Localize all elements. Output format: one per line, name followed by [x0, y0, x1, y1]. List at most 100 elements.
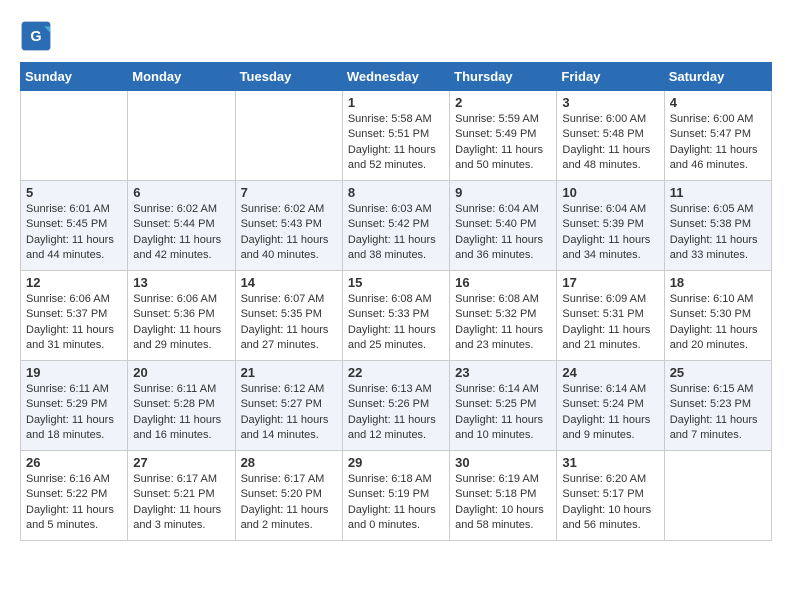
day-cell: 31Sunrise: 6:20 AM Sunset: 5:17 PM Dayli…: [557, 451, 664, 541]
day-number: 1: [348, 95, 444, 110]
week-row-4: 19 Sunrise: 6:11 AM Sunset: 5:29 PM Dayli…: [21, 361, 772, 451]
day-info: Sunrise: 6:15 AM Sunset: 5:23 PM Dayligh…: [670, 382, 766, 444]
day-cell: 9 Sunrise: 6:04 AM Sunset: 5:40 PM Daylig…: [450, 181, 557, 271]
day-info: Sunrise: 6:14 AM Sunset: 5:25 PM Dayligh…: [455, 382, 551, 444]
week-row-2: 5Sunrise: 6:01 AM Sunset: 5:45 PM Daylig…: [21, 181, 772, 271]
day-number: 21: [241, 365, 337, 380]
day-info: Sunrise: 6:11 AM Sunset: 5:28 PM Dayligh…: [133, 382, 229, 444]
day-number: 14: [241, 275, 337, 290]
day-info: Sunrise: 6:10 AM Sunset: 5:30 PM Dayligh…: [670, 292, 766, 354]
day-info: Sunrise: 6:08 AM Sunset: 5:33 PM Dayligh…: [348, 292, 444, 354]
day-cell: [235, 91, 342, 181]
day-info: Sunrise: 6:09 AM Sunset: 5:31 PM Dayligh…: [562, 292, 658, 354]
day-cell: 5Sunrise: 6:01 AM Sunset: 5:45 PM Daylig…: [21, 181, 128, 271]
header-cell-friday: Friday: [557, 63, 664, 91]
day-info: Sunrise: 6:02 AM Sunset: 5:44 PM Dayligh…: [133, 202, 229, 264]
day-cell: [664, 451, 771, 541]
day-info: Sunrise: 6:13 AM Sunset: 5:26 PM Dayligh…: [348, 382, 444, 444]
day-info: Sunrise: 6:08 AM Sunset: 5:32 PM Dayligh…: [455, 292, 551, 354]
day-info: Sunrise: 6:11 AM Sunset: 5:29 PM Dayligh…: [26, 382, 122, 444]
day-info: Sunrise: 6:05 AM Sunset: 5:38 PM Dayligh…: [670, 202, 766, 264]
day-cell: 18 Sunrise: 6:10 AM Sunset: 5:30 PM Dayli…: [664, 271, 771, 361]
day-number: 29: [348, 455, 444, 470]
day-info: Sunrise: 6:00 AM Sunset: 5:48 PM Dayligh…: [562, 112, 658, 174]
day-cell: 16 Sunrise: 6:08 AM Sunset: 5:32 PM Dayli…: [450, 271, 557, 361]
day-info: Sunrise: 6:00 AM Sunset: 5:47 PM Dayligh…: [670, 112, 766, 174]
calendar-body: 1 Sunrise: 5:58 AM Sunset: 5:51 PM Daylig…: [21, 91, 772, 541]
day-number: 12: [26, 275, 122, 290]
svg-text:G: G: [30, 29, 41, 45]
day-info: Sunrise: 6:17 AM Sunset: 5:21 PM Dayligh…: [133, 472, 229, 534]
day-cell: 11 Sunrise: 6:05 AM Sunset: 5:38 PM Dayli…: [664, 181, 771, 271]
day-cell: 20 Sunrise: 6:11 AM Sunset: 5:28 PM Dayli…: [128, 361, 235, 451]
logo: G: [20, 20, 56, 52]
calendar-table: SundayMondayTuesdayWednesdayThursdayFrid…: [20, 62, 772, 541]
day-cell: 26 Sunrise: 6:16 AM Sunset: 5:22 PM Dayli…: [21, 451, 128, 541]
day-number: 23: [455, 365, 551, 380]
day-number: 6: [133, 185, 229, 200]
header-cell-thursday: Thursday: [450, 63, 557, 91]
day-info: Sunrise: 6:12 AM Sunset: 5:27 PM Dayligh…: [241, 382, 337, 444]
day-info: Sunrise: 6:19 AM Sunset: 5:18 PM Dayligh…: [455, 472, 551, 534]
day-cell: 2 Sunrise: 5:59 AM Sunset: 5:49 PM Daylig…: [450, 91, 557, 181]
header-row: SundayMondayTuesdayWednesdayThursdayFrid…: [21, 63, 772, 91]
day-number: 20: [133, 365, 229, 380]
day-number: 5: [26, 185, 122, 200]
day-number: 27: [133, 455, 229, 470]
day-cell: 3 Sunrise: 6:00 AM Sunset: 5:48 PM Daylig…: [557, 91, 664, 181]
day-cell: 19 Sunrise: 6:11 AM Sunset: 5:29 PM Dayli…: [21, 361, 128, 451]
page-header: G: [20, 20, 772, 52]
day-cell: 1 Sunrise: 5:58 AM Sunset: 5:51 PM Daylig…: [342, 91, 449, 181]
day-cell: 8 Sunrise: 6:03 AM Sunset: 5:42 PM Daylig…: [342, 181, 449, 271]
header-cell-tuesday: Tuesday: [235, 63, 342, 91]
day-info: Sunrise: 6:04 AM Sunset: 5:40 PM Dayligh…: [455, 202, 551, 264]
day-cell: 4 Sunrise: 6:00 AM Sunset: 5:47 PM Daylig…: [664, 91, 771, 181]
day-number: 7: [241, 185, 337, 200]
day-number: 15: [348, 275, 444, 290]
day-number: 31: [562, 455, 658, 470]
day-cell: 6 Sunrise: 6:02 AM Sunset: 5:44 PM Daylig…: [128, 181, 235, 271]
day-info: Sunrise: 6:06 AM Sunset: 5:37 PM Dayligh…: [26, 292, 122, 354]
day-number: 4: [670, 95, 766, 110]
day-info: Sunrise: 6:03 AM Sunset: 5:42 PM Dayligh…: [348, 202, 444, 264]
header-cell-sunday: Sunday: [21, 63, 128, 91]
day-cell: [21, 91, 128, 181]
week-row-3: 12 Sunrise: 6:06 AM Sunset: 5:37 PM Dayli…: [21, 271, 772, 361]
day-info: Sunrise: 5:59 AM Sunset: 5:49 PM Dayligh…: [455, 112, 551, 174]
day-number: 2: [455, 95, 551, 110]
day-cell: 24Sunrise: 6:14 AM Sunset: 5:24 PM Dayli…: [557, 361, 664, 451]
calendar-header: SundayMondayTuesdayWednesdayThursdayFrid…: [21, 63, 772, 91]
day-info: Sunrise: 6:02 AM Sunset: 5:43 PM Dayligh…: [241, 202, 337, 264]
day-info: Sunrise: 6:14 AM Sunset: 5:24 PM Dayligh…: [562, 382, 658, 444]
day-cell: 21 Sunrise: 6:12 AM Sunset: 5:27 PM Dayli…: [235, 361, 342, 451]
day-number: 8: [348, 185, 444, 200]
day-number: 16: [455, 275, 551, 290]
header-cell-monday: Monday: [128, 63, 235, 91]
day-info: Sunrise: 6:04 AM Sunset: 5:39 PM Dayligh…: [562, 202, 658, 264]
day-cell: 14 Sunrise: 6:07 AM Sunset: 5:35 PM Dayli…: [235, 271, 342, 361]
day-number: 28: [241, 455, 337, 470]
day-cell: 17 Sunrise: 6:09 AM Sunset: 5:31 PM Dayli…: [557, 271, 664, 361]
day-number: 18: [670, 275, 766, 290]
week-row-1: 1 Sunrise: 5:58 AM Sunset: 5:51 PM Daylig…: [21, 91, 772, 181]
logo-icon: G: [20, 20, 52, 52]
day-number: 9: [455, 185, 551, 200]
day-number: 22: [348, 365, 444, 380]
day-number: 11: [670, 185, 766, 200]
day-info: Sunrise: 6:07 AM Sunset: 5:35 PM Dayligh…: [241, 292, 337, 354]
day-number: 19: [26, 365, 122, 380]
week-row-5: 26 Sunrise: 6:16 AM Sunset: 5:22 PM Dayli…: [21, 451, 772, 541]
day-cell: 29 Sunrise: 6:18 AM Sunset: 5:19 PM Dayli…: [342, 451, 449, 541]
day-info: Sunrise: 6:18 AM Sunset: 5:19 PM Dayligh…: [348, 472, 444, 534]
day-number: 26: [26, 455, 122, 470]
day-cell: [128, 91, 235, 181]
day-number: 30: [455, 455, 551, 470]
day-number: 13: [133, 275, 229, 290]
day-number: 3: [562, 95, 658, 110]
day-info: Sunrise: 6:16 AM Sunset: 5:22 PM Dayligh…: [26, 472, 122, 534]
day-info: Sunrise: 5:58 AM Sunset: 5:51 PM Dayligh…: [348, 112, 444, 174]
day-cell: 25Sunrise: 6:15 AM Sunset: 5:23 PM Dayli…: [664, 361, 771, 451]
day-cell: 7 Sunrise: 6:02 AM Sunset: 5:43 PM Daylig…: [235, 181, 342, 271]
day-number: 17: [562, 275, 658, 290]
day-cell: 10Sunrise: 6:04 AM Sunset: 5:39 PM Dayli…: [557, 181, 664, 271]
